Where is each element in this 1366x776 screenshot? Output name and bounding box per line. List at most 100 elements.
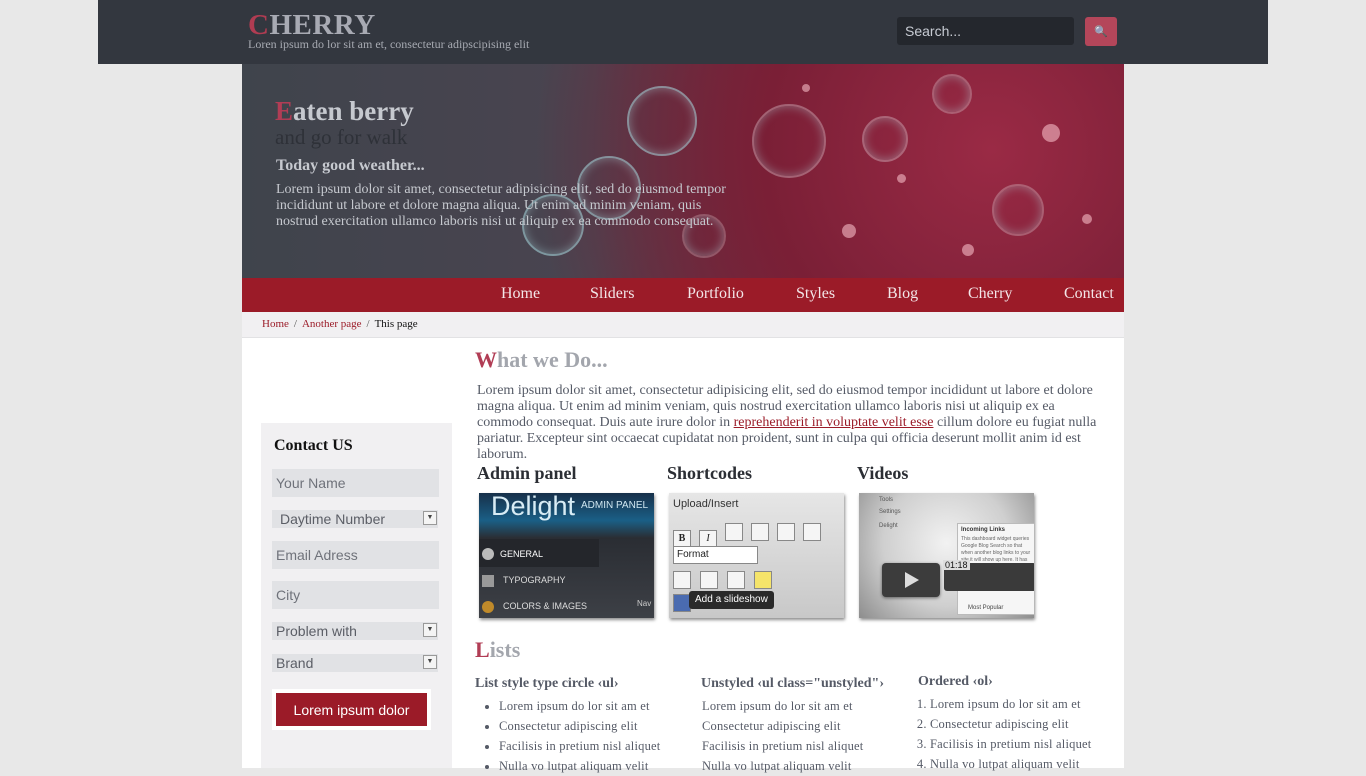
bullet-list-icon — [751, 523, 769, 541]
list-item: Lorem ipsum do lor sit am et — [499, 696, 660, 716]
ordered-list: Lorem ipsum do lor sit am et Consectetur… — [912, 694, 1091, 774]
daytime-number-value: Daytime Number — [280, 511, 386, 527]
thumb-side-item: Delight — [879, 523, 898, 529]
brand-value: Brand — [276, 655, 314, 671]
play-icon — [905, 572, 919, 588]
hero-subtitle: and go for walk — [275, 125, 408, 149]
hero-title-initial: E — [275, 96, 294, 126]
video-time: 01:18 — [943, 560, 970, 570]
hero-title: Eaten berry — [275, 94, 414, 128]
bokeh-dot — [897, 174, 906, 183]
what-title-initial: W — [475, 347, 497, 372]
hero-banner: Eaten berry and go for walk Today good w… — [242, 64, 1124, 278]
thumb-tooltip: Add a slideshow — [689, 591, 774, 609]
breadcrumb-home[interactable]: Home — [262, 318, 289, 330]
nav-blog[interactable]: Blog — [887, 278, 918, 312]
city-field[interactable] — [272, 581, 439, 609]
shortcodes-thumbnail[interactable]: Upload/Insert B I Format Add a slideshow — [669, 493, 844, 618]
dropdown-arrow-icon: ▼ — [423, 655, 437, 669]
breadcrumb-current: This page — [374, 318, 418, 330]
thumb-panel-foot: Most Popular — [968, 605, 1004, 611]
quote-icon — [803, 523, 821, 541]
feature-title-admin: Admin panel — [477, 463, 577, 483]
thumb-menu-item: TYPOGRAPHY — [503, 575, 566, 585]
thumb-side-item: Settings — [879, 509, 901, 515]
feature-title-shortcodes: Shortcodes — [667, 463, 752, 483]
thumb-toolbar: B I — [673, 523, 833, 548]
breadcrumb-separator: / — [293, 318, 297, 330]
what-text-link[interactable]: reprehenderit in voluptate velit esse — [734, 415, 934, 430]
thumb-brand: Delight — [491, 493, 576, 521]
bubble — [992, 184, 1044, 236]
list-heading-circle: List style type circle ‹ul› — [475, 676, 619, 691]
search-button[interactable]: 🔍 — [1085, 17, 1117, 46]
nav-home[interactable]: Home — [501, 278, 540, 312]
thumb-menu-item: GENERAL — [500, 549, 544, 559]
list-item: Facilisis in pretium nisl aliquet — [930, 734, 1091, 754]
thumb-format-select: Format — [673, 546, 758, 564]
bokeh-dot — [842, 224, 856, 238]
list-item: Nulla vo lutpat aliquam velit — [499, 756, 660, 776]
typography-icon — [482, 575, 494, 587]
numbered-list-icon — [777, 523, 795, 541]
feature-title-videos: Videos — [857, 463, 909, 483]
brand-select[interactable]: Brand ▼ — [272, 654, 438, 672]
palette-icon — [482, 601, 494, 613]
hero-paragraph: Lorem ipsum dolor sit amet, consectetur … — [276, 182, 726, 229]
bubble — [627, 86, 697, 156]
bokeh-dot — [962, 244, 974, 256]
breadcrumb-another[interactable]: Another page — [302, 318, 362, 330]
hero-title-text: aten berry — [293, 96, 414, 126]
gear-icon — [482, 548, 494, 560]
list-item: Facilisis in pretium nisl aliquet — [499, 736, 660, 756]
bubble — [862, 116, 908, 162]
list-item: Nulla vo lutpat aliquam velit — [702, 759, 852, 773]
dropdown-arrow-icon: ▼ — [423, 623, 437, 637]
thumb-menu-item: COLORS & IMAGES — [503, 601, 588, 611]
name-field[interactable] — [272, 469, 439, 497]
search-input[interactable] — [897, 17, 1074, 45]
bubble — [932, 74, 972, 114]
list-item: Lorem ipsum do lor sit am et — [702, 699, 853, 713]
what-we-do-text: Lorem ipsum dolor sit amet, consectetur … — [477, 383, 1107, 463]
problem-select[interactable]: Problem with ▼ — [272, 622, 438, 640]
nav-portfolio[interactable]: Portfolio — [687, 278, 744, 312]
list-item: Consectetur adipiscing elit — [702, 719, 841, 733]
thumb-brand-sub: ADMIN PANEL — [581, 500, 649, 511]
tagline: Loren ipsum do lor sit am et, consectetu… — [248, 37, 530, 51]
list-heading-ordered: Ordered ‹ol› — [918, 674, 993, 689]
strike-icon — [725, 523, 743, 541]
thumb-panel-title: Incoming Links — [961, 527, 1006, 533]
thumb-toolbar-row2 — [673, 571, 793, 612]
thumb-header: Upload/Insert — [673, 498, 739, 510]
lists-title: Lists — [475, 637, 520, 663]
search-icon: 🔍 — [1094, 25, 1108, 38]
list-item: Lorem ipsum do lor sit am et — [930, 694, 1091, 714]
nav-contact[interactable]: Contact — [1064, 278, 1114, 312]
breadcrumb-separator: / — [366, 318, 370, 330]
gallery-icon — [700, 571, 718, 589]
daytime-number-select[interactable]: Daytime Number ▼ — [272, 510, 438, 528]
main-nav: Home Sliders Portfolio Styles Blog Cherr… — [242, 278, 1124, 312]
bokeh-dot — [802, 84, 810, 92]
nav-cherry[interactable]: Cherry — [968, 278, 1012, 312]
bokeh-dot — [1042, 124, 1060, 142]
nav-styles[interactable]: Styles — [796, 278, 835, 312]
what-title-text: hat we Do... — [497, 347, 608, 372]
admin-panel-thumbnail[interactable]: Delight ADMIN PANEL GENERAL TYPOGRAPHY C… — [479, 493, 654, 618]
hero-heading: Today good weather... — [276, 157, 425, 174]
unstyled-list: Lorem ipsum do lor sit am et Consectetur… — [702, 696, 863, 776]
lists-title-text: ists — [489, 637, 521, 662]
nav-sliders[interactable]: Sliders — [590, 278, 634, 312]
list-item: Nulla vo lutpat aliquam velit — [930, 754, 1091, 774]
media-icon — [727, 571, 745, 589]
email-field[interactable] — [272, 541, 439, 569]
videos-thumbnail[interactable]: Tools Settings Delight Incoming Links Th… — [859, 493, 1034, 618]
list-item: Facilisis in pretium nisl aliquet — [702, 739, 864, 753]
submit-button[interactable]: Lorem ipsum dolor — [276, 693, 427, 726]
breadcrumb: Home / Another page / This page — [242, 312, 1124, 338]
bubble — [752, 104, 826, 178]
play-button[interactable] — [882, 563, 940, 597]
image-icon — [673, 571, 691, 589]
dropdown-arrow-icon: ▼ — [423, 511, 437, 525]
